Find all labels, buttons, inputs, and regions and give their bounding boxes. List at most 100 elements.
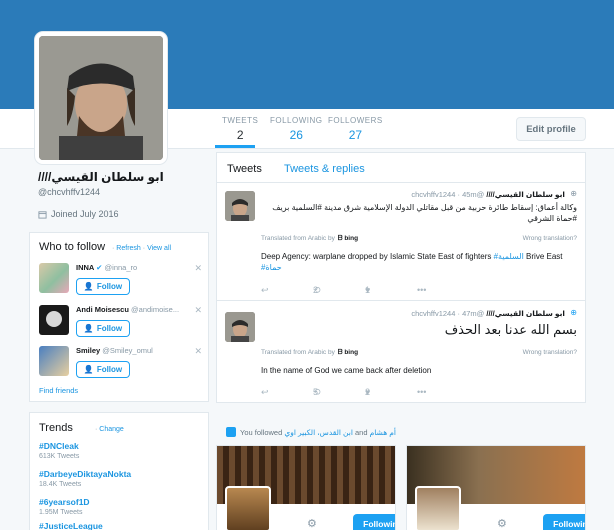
who-to-follow-card: Who to follow · Refresh · View all INNA …: [29, 232, 209, 402]
verified-icon: ✔: [96, 263, 103, 272]
tweet-author[interactable]: ابو سلطان القيسي////: [486, 309, 565, 318]
sep-dot: ·: [142, 245, 146, 252]
hashtag-link[interactable]: #حماة: [261, 263, 282, 272]
user-name: INNA: [76, 263, 95, 272]
following-button[interactable]: Following: [543, 514, 585, 530]
reply-icon[interactable]: ↩: [261, 387, 269, 398]
stat-tweets[interactable]: TWEETS 2: [222, 116, 258, 142]
avatar[interactable]: [39, 305, 69, 335]
suggested-user-name[interactable]: Andi Moisescu @andimoise...: [76, 305, 179, 314]
following-button[interactable]: Following: [353, 514, 395, 530]
dismiss-icon[interactable]: ✕: [194, 346, 202, 357]
globe-icon: ⊕: [570, 308, 577, 317]
change-trends-link[interactable]: · Change: [95, 426, 124, 433]
follow-button[interactable]: 👤 Follow: [76, 320, 130, 337]
wrong-translation-link[interactable]: Wrong translation?: [523, 349, 577, 356]
trend-item[interactable]: #JusticeLeague: [39, 521, 103, 530]
globe-icon: ⊕: [570, 189, 577, 198]
retweet-count: 2: [313, 285, 319, 295]
follow-button[interactable]: 👤 Follow: [76, 278, 130, 295]
suggested-user: Smiley @Smiley_omul ✕ 👤 Follow: [38, 346, 206, 382]
and-text: and: [352, 428, 370, 437]
trend-count: 1.95M Tweets: [39, 509, 83, 516]
bing-logo: ᗷ bing: [337, 235, 359, 242]
joined-text: Joined July 2016: [51, 209, 119, 219]
stat-following-label: FOLLOWING: [270, 116, 323, 125]
profile-card[interactable]: ⚙ Following: [406, 445, 586, 530]
trend-tag: #DarbeyeDiktayaNokta: [39, 469, 132, 479]
dismiss-icon[interactable]: ✕: [194, 305, 202, 316]
translation-part: Brive East: [523, 252, 563, 261]
edit-profile-button[interactable]: Edit profile: [516, 117, 586, 141]
like-count: 1: [365, 285, 371, 295]
stat-following[interactable]: FOLLOWING 26: [270, 116, 323, 142]
trend-item[interactable]: #DarbeyeDiktayaNokta 18.4K Tweets: [39, 469, 131, 488]
trends-card: Trends · Change #DNCleak 613K Tweets #Dar…: [29, 412, 209, 530]
followed-other-link[interactable]: أم هشام: [370, 428, 396, 437]
suggested-user: Andi Moisescu @andimoise... ✕ 👤 Follow: [38, 305, 206, 341]
add-user-icon: 👤: [83, 365, 94, 374]
trend-count: 613K Tweets: [39, 453, 80, 460]
trend-tag: #DNCleak: [39, 441, 79, 451]
suggested-user-name[interactable]: Smiley @Smiley_omul: [76, 346, 153, 355]
more-icon[interactable]: •••: [417, 285, 426, 295]
followed-names-link[interactable]: ابن القدس، الكبير اوي: [284, 428, 353, 437]
refresh-link[interactable]: Refresh: [116, 245, 141, 252]
gear-icon[interactable]: ⚙: [307, 517, 317, 530]
tweet-time[interactable]: 47m: [462, 309, 477, 318]
translated-from: Translated from Arabic by: [261, 349, 335, 356]
calendar-icon: [38, 210, 47, 219]
profile-avatar[interactable]: [35, 32, 167, 164]
follow-button[interactable]: 👤 Follow: [76, 361, 130, 378]
wrong-translation-link[interactable]: Wrong translation?: [523, 235, 577, 242]
profile-card-avatar[interactable]: [415, 486, 461, 530]
follow-label: Follow: [96, 324, 123, 333]
profile-card-avatar[interactable]: [225, 486, 271, 530]
who-to-follow-title: Who to follow: [39, 241, 106, 253]
tweet-avatar[interactable]: [225, 312, 255, 342]
gear-icon[interactable]: ⚙: [497, 517, 507, 530]
you-followed-prefix: You followed: [240, 428, 285, 437]
user-handle: @andimoise...: [131, 305, 180, 314]
tab-tweets-replies[interactable]: Tweets & replies: [284, 163, 365, 175]
trend-count: 18.4K Tweets: [39, 481, 82, 488]
reply-icon[interactable]: ↩: [261, 285, 269, 296]
trend-tag: #JusticeLeague: [39, 521, 103, 530]
tweet-text: وكالة أعماق: إسقاط طائرة حربية من قبل مق…: [272, 203, 577, 223]
trend-item[interactable]: #DNCleak 613K Tweets: [39, 441, 79, 460]
stat-followers[interactable]: FOLLOWERS 27: [328, 116, 383, 142]
joined-date: Joined July 2016: [38, 209, 119, 219]
follow-notification-icon: [226, 427, 236, 437]
hashtag-link[interactable]: #السلمية: [494, 252, 524, 261]
tab-tweets[interactable]: Tweets: [227, 163, 262, 175]
user-name: Andi Moisescu: [76, 305, 129, 314]
tweet-text: بسم الله عدنا بعد الحذف: [444, 322, 577, 337]
avatar[interactable]: [39, 263, 69, 293]
tweet-header: ابو سلطان القيسي//// @chcvhffv1244 · 47m: [411, 309, 565, 318]
stat-tweets-label: TWEETS: [222, 116, 259, 125]
dismiss-icon[interactable]: ✕: [194, 263, 202, 274]
view-all-link[interactable]: View all: [147, 245, 171, 252]
find-friends-link[interactable]: Find friends: [39, 386, 78, 395]
timeline-card: Tweets Tweets & replies ابو سلطان القيسي…: [216, 152, 586, 403]
bing-label: bing: [344, 235, 359, 242]
tweet[interactable]: ابو سلطان القيسي//// @chcvhffv1244 · 45m…: [217, 183, 585, 301]
tweet-avatar[interactable]: [225, 191, 255, 221]
suggested-user-name[interactable]: INNA ✔ @inna_ro: [76, 263, 137, 272]
profile-card[interactable]: ⚙ Following: [216, 445, 396, 530]
profile-handle: @chcvhffv1244: [38, 187, 101, 197]
bing-label: bing: [344, 349, 359, 356]
more-icon[interactable]: •••: [417, 387, 426, 397]
you-followed-text: You followed ابن القدس، الكبير اوي and أ…: [240, 428, 396, 437]
avatar[interactable]: [39, 346, 69, 376]
tweet-time[interactable]: 45m: [462, 190, 477, 199]
tweet-author[interactable]: ابو سلطان القيسي////: [486, 190, 565, 199]
add-user-icon: 👤: [83, 282, 94, 291]
follow-label: Follow: [96, 282, 123, 291]
tweet[interactable]: ابو سلطان القيسي//// @chcvhffv1244 · 47m…: [217, 302, 585, 402]
translation-line: Translated from Arabic by ᗷ bing Wrong tra…: [261, 235, 577, 243]
translation-line: Translated from Arabic by ᗷ bing Wrong tra…: [261, 349, 577, 357]
timeline-tabs: Tweets Tweets & replies: [217, 153, 585, 183]
trend-item[interactable]: #6yearsof1D 1.95M Tweets: [39, 497, 90, 516]
trends-title: Trends: [39, 422, 73, 434]
